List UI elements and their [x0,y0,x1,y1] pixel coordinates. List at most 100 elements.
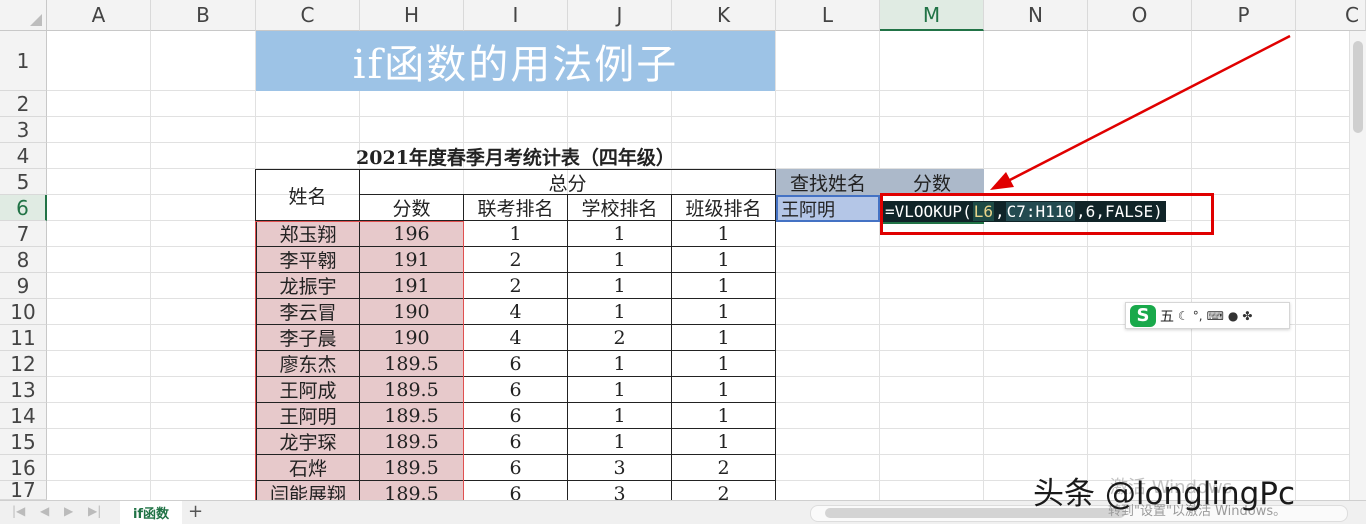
banner-title[interactable]: if函数的用法例子 [256,31,775,91]
cell-score[interactable]: 189.5 [360,351,464,377]
cell-school-rank[interactable]: 1 [568,247,672,273]
cell-name[interactable]: 李云冒 [256,299,360,325]
vertical-scrollbar[interactable] [1349,31,1366,500]
add-sheet-button[interactable]: + [188,501,203,522]
cell-class-rank[interactable]: 1 [672,299,776,325]
row-header-14[interactable]: 14 [0,403,47,429]
user-icon[interactable]: ● [1228,309,1238,323]
cell-school-rank[interactable]: 1 [568,273,672,299]
column-header-p[interactable]: P [1192,0,1296,31]
row-header-11[interactable]: 11 [0,325,47,351]
cell-name[interactable]: 李平翱 [256,247,360,273]
sheet-tab-if[interactable]: if函数 [120,501,182,524]
prev-sheet-icon[interactable]: ◀ [40,504,49,518]
cell-joint-rank[interactable]: 6 [464,351,568,377]
row-header-5[interactable]: 5 [0,169,47,195]
lookup-name-label[interactable]: 查找姓名 [776,169,880,195]
cell-name[interactable]: 廖东杰 [256,351,360,377]
cell-score[interactable]: 191 [360,273,464,299]
cell-name[interactable]: 龙振宇 [256,273,360,299]
cell-score[interactable]: 189.5 [360,455,464,481]
cell-score[interactable]: 196 [360,221,464,247]
cell-score[interactable]: 189.5 [360,377,464,403]
select-all-corner[interactable] [0,0,47,31]
cell-score[interactable]: 190 [360,299,464,325]
next-sheet-icon[interactable]: ▶ [64,504,73,518]
column-header-l[interactable]: L [776,0,880,31]
cell-school-rank[interactable]: 2 [568,325,672,351]
column-header-i[interactable]: I [464,0,568,31]
column-header-a[interactable]: A [47,0,151,31]
cell-class-rank[interactable]: 1 [672,325,776,351]
cell-school-rank[interactable]: 1 [568,403,672,429]
cell-school-rank[interactable]: 1 [568,377,672,403]
cell-school-rank[interactable]: 3 [568,455,672,481]
column-header-b[interactable]: B [151,0,256,31]
punctuation-icon[interactable]: °, [1193,309,1203,323]
lookup-score-label[interactable]: 分数 [880,169,984,195]
cell-school-rank[interactable]: 1 [568,299,672,325]
ime-toolbar[interactable]: S 五 ☾ °, ⌨ ● ✤ [1125,302,1290,329]
row-header-1[interactable]: 1 [0,31,47,91]
table-title[interactable]: 2021年度春季月考统计表（四年级） [256,143,775,169]
column-header-m[interactable]: M [880,0,984,31]
moon-icon[interactable]: ☾ [1178,309,1189,323]
row-header-7[interactable]: 7 [0,221,47,247]
row-header-8[interactable]: 8 [0,247,47,273]
cell-name[interactable]: 郑玉翔 [256,221,360,247]
cell-joint-rank[interactable]: 2 [464,247,568,273]
keyboard-icon[interactable]: ⌨ [1207,309,1224,323]
lookup-name-value[interactable]: 王阿明 [776,195,880,222]
sogou-logo-icon[interactable]: S [1130,304,1156,327]
column-header-c[interactable]: C [256,0,360,31]
row-header-13[interactable]: 13 [0,377,47,403]
cell-class-rank[interactable]: 1 [672,221,776,247]
row-header-2[interactable]: 2 [0,91,47,117]
row-header-17[interactable]: 17 [0,478,47,502]
cell-joint-rank[interactable]: 4 [464,299,568,325]
subheader-class-rank[interactable]: 班级排名 [672,195,776,221]
cell-name[interactable]: 石烨 [256,455,360,481]
subheader-school-rank[interactable]: 学校排名 [568,195,672,221]
cell-class-rank[interactable]: 1 [672,377,776,403]
cell-joint-rank[interactable]: 6 [464,455,568,481]
cell-score[interactable]: 191 [360,247,464,273]
cell-joint-rank[interactable]: 6 [464,429,568,455]
cell-score[interactable]: 190 [360,325,464,351]
row-header-9[interactable]: 9 [0,273,47,299]
first-sheet-icon[interactable]: |◀ [12,504,25,518]
row-header-3[interactable]: 3 [0,117,47,143]
subheader-joint-rank[interactable]: 联考排名 [464,195,568,221]
header-name[interactable]: 姓名 [256,170,360,221]
cell-joint-rank[interactable]: 6 [464,377,568,403]
header-total[interactable]: 总分 [360,170,776,195]
row-header-4[interactable]: 4 [0,143,47,169]
cell-score[interactable]: 189.5 [360,429,464,455]
cell-name[interactable]: 王阿明 [256,403,360,429]
cell-class-rank[interactable]: 1 [672,247,776,273]
cell-class-rank[interactable]: 1 [672,273,776,299]
row-header-12[interactable]: 12 [0,351,47,377]
cell-name[interactable]: 龙宇琛 [256,429,360,455]
column-header-j[interactable]: J [568,0,672,31]
cell-class-rank[interactable]: 2 [672,455,776,481]
cell-joint-rank[interactable]: 1 [464,221,568,247]
cell-joint-rank[interactable]: 6 [464,403,568,429]
cell-joint-rank[interactable]: 2 [464,273,568,299]
cell-class-rank[interactable]: 1 [672,351,776,377]
cell-school-rank[interactable]: 1 [568,221,672,247]
column-header-h[interactable]: H [360,0,464,31]
vertical-scroll-thumb[interactable] [1353,41,1363,133]
cell-name[interactable]: 李子晨 [256,325,360,351]
cell-school-rank[interactable]: 1 [568,429,672,455]
cell-name[interactable]: 王阿成 [256,377,360,403]
row-header-6[interactable]: 6 [0,195,47,221]
cell-joint-rank[interactable]: 4 [464,325,568,351]
last-sheet-icon[interactable]: ▶| [88,504,101,518]
row-header-10[interactable]: 10 [0,299,47,325]
column-header-k[interactable]: K [672,0,776,31]
cell-class-rank[interactable]: 1 [672,403,776,429]
settings-icon[interactable]: ✤ [1242,309,1252,323]
ime-mode-text[interactable]: 五 [1160,306,1174,326]
column-header-partial[interactable]: C [1296,0,1366,31]
